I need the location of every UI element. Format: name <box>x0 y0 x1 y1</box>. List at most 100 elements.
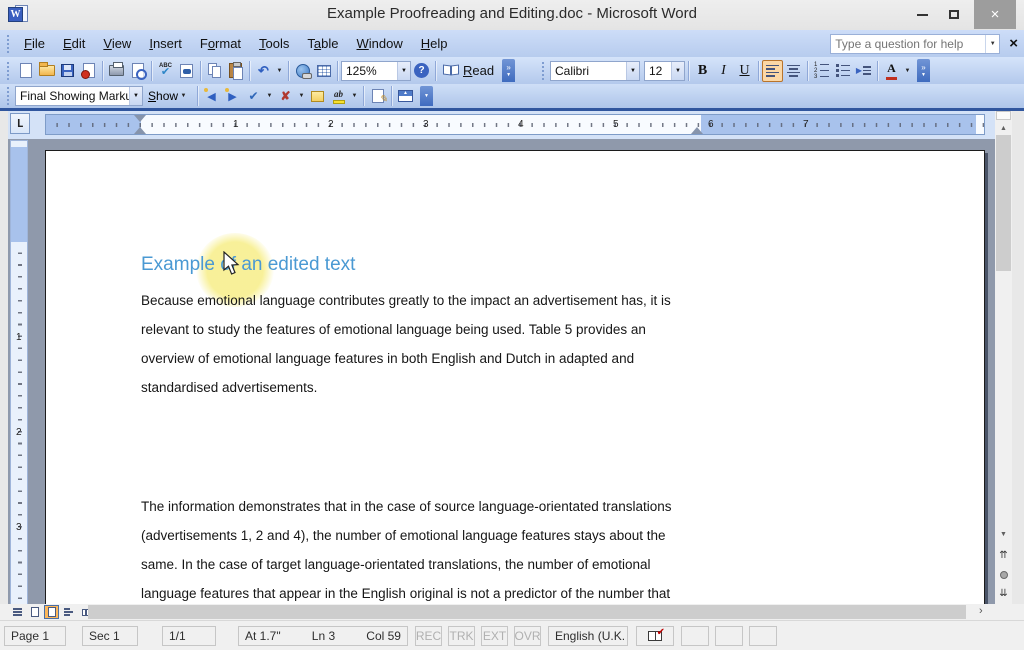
vertical-ruler[interactable]: 123 <box>10 140 28 604</box>
copy-icon[interactable] <box>204 60 225 82</box>
bold-icon[interactable]: B <box>692 60 713 82</box>
increase-indent-icon[interactable]: ▶ <box>853 60 874 82</box>
menu-table[interactable]: Table <box>298 33 347 54</box>
title-bar[interactable]: W Example Proofreading and Editing.doc -… <box>0 0 1024 30</box>
reject-change-icon[interactable]: ✘ <box>275 85 296 107</box>
status-spellcheck[interactable] <box>636 626 674 646</box>
menu-tools[interactable]: Tools <box>250 33 298 54</box>
previous-change-icon[interactable]: ◀ <box>201 85 222 107</box>
previous-page-icon[interactable]: ⇈ <box>995 547 1012 564</box>
split-handle[interactable] <box>996 111 1011 120</box>
show-menu-button[interactable]: Show ▼ <box>143 85 194 107</box>
vertical-scrollbar[interactable]: ▲ ▼ ⇈ ⇊ <box>995 111 1012 604</box>
normal-view-icon[interactable] <box>10 605 25 619</box>
font-name-combobox[interactable]: Calibri ▼ <box>550 61 640 81</box>
paste-icon[interactable] <box>225 60 246 82</box>
maximize-button[interactable] <box>938 0 970 29</box>
print-layout-view-icon[interactable] <box>44 605 59 619</box>
outline-view-icon[interactable] <box>61 605 76 619</box>
underline-icon[interactable]: U <box>734 60 755 82</box>
menu-window[interactable]: Window <box>348 33 412 54</box>
help-icon[interactable]: ? <box>411 60 432 82</box>
insert-table-icon[interactable] <box>313 60 334 82</box>
research-icon[interactable] <box>176 60 197 82</box>
ruler-number: 6 <box>708 119 714 130</box>
document-heading: Example of an edited text <box>141 254 355 276</box>
help-search-input[interactable] <box>831 37 985 51</box>
hanging-indent-marker[interactable] <box>134 127 146 134</box>
align-left-icon[interactable] <box>762 60 783 82</box>
window-left-border <box>0 111 8 620</box>
accept-change-dropdown-icon[interactable]: ▼ <box>264 93 275 99</box>
status-rec[interactable]: REC <box>415 626 442 646</box>
print-preview-icon[interactable] <box>127 60 148 82</box>
new-document-icon[interactable] <box>15 60 36 82</box>
toolbar-grip[interactable] <box>6 87 11 105</box>
minimize-button[interactable] <box>906 0 938 29</box>
save-icon[interactable] <box>57 60 78 82</box>
zoom-combobox[interactable]: 125% ▼ <box>341 61 411 81</box>
mouse-pointer-icon <box>222 251 241 282</box>
reviewing-pane-icon[interactable] <box>395 85 416 107</box>
print-icon[interactable] <box>106 60 127 82</box>
ruler-row: L 1234567 <box>8 111 995 139</box>
menu-format[interactable]: Format <box>191 33 250 54</box>
permission-icon[interactable] <box>78 60 99 82</box>
display-for-review-combobox[interactable]: Final Showing Markup ▼ <box>15 86 143 106</box>
numbering-icon[interactable]: 123 <box>811 60 832 82</box>
track-changes-icon[interactable] <box>367 85 388 107</box>
web-layout-view-icon[interactable] <box>27 605 42 619</box>
next-page-icon[interactable]: ⇊ <box>995 585 1012 602</box>
right-indent-marker[interactable] <box>691 127 703 134</box>
bullets-icon[interactable] <box>832 60 853 82</box>
toolbar-grip[interactable] <box>6 35 11 53</box>
toolbar-grip[interactable] <box>6 62 11 80</box>
insert-comment-icon[interactable] <box>307 85 328 107</box>
undo-icon[interactable]: ↶ <box>253 60 274 82</box>
select-browse-object-icon[interactable] <box>995 566 1012 583</box>
highlight-icon[interactable]: ab <box>328 85 349 107</box>
status-empty-3 <box>749 626 777 646</box>
help-search-box[interactable]: ▼ <box>830 34 1000 54</box>
hyperlink-icon[interactable] <box>292 60 313 82</box>
open-icon[interactable] <box>36 60 57 82</box>
scroll-up-icon[interactable]: ▲ <box>995 120 1012 136</box>
spelling-icon[interactable]: ABC✔ <box>155 60 176 82</box>
toolbar-grip[interactable] <box>541 62 546 80</box>
chevron-down-icon[interactable]: ▼ <box>985 35 999 53</box>
accept-change-icon[interactable]: ✔ <box>243 85 264 107</box>
first-line-indent-marker[interactable] <box>134 115 146 122</box>
document-page[interactable]: Example of an edited text Because emotio… <box>45 150 985 604</box>
status-trk[interactable]: TRK <box>448 626 475 646</box>
reject-change-dropdown-icon[interactable]: ▼ <box>296 93 307 99</box>
align-center-icon[interactable] <box>783 60 804 82</box>
horizontal-ruler[interactable]: 1234567 <box>45 114 985 135</box>
menu-edit[interactable]: Edit <box>54 33 94 54</box>
horizontal-scroll-track[interactable] <box>88 605 976 619</box>
read-button[interactable]: Read <box>439 60 498 82</box>
menu-view[interactable]: View <box>94 33 140 54</box>
status-language[interactable]: English (U.K. <box>548 626 628 646</box>
next-change-icon[interactable]: ▶ <box>222 85 243 107</box>
font-color-icon[interactable]: A <box>881 60 902 82</box>
undo-dropdown-icon[interactable]: ▼ <box>274 68 285 74</box>
status-ovr[interactable]: OVR <box>514 626 541 646</box>
toolbar-options-icon[interactable]: »▼ <box>917 59 930 82</box>
scroll-down-icon[interactable]: ▼ <box>995 526 1012 542</box>
close-document-icon[interactable]: × <box>1009 35 1018 52</box>
menu-file[interactable]: File <box>15 33 54 54</box>
toolbar-options-icon[interactable]: ▼ <box>420 86 433 106</box>
tab-selector[interactable]: L <box>10 113 30 134</box>
vertical-scroll-thumb[interactable] <box>996 135 1011 271</box>
font-color-dropdown-icon[interactable]: ▼ <box>902 68 913 74</box>
toolbar-options-icon[interactable]: »▼ <box>502 59 515 82</box>
status-ext[interactable]: EXT <box>481 626 508 646</box>
horizontal-scroll-thumb[interactable] <box>88 605 966 619</box>
italic-icon[interactable]: I <box>713 60 734 82</box>
menu-insert[interactable]: Insert <box>140 33 191 54</box>
scroll-right-icon[interactable]: › <box>979 605 983 617</box>
menu-help[interactable]: Help <box>412 33 457 54</box>
font-size-combobox[interactable]: 12 ▼ <box>644 61 685 81</box>
close-button[interactable]: × <box>974 0 1016 29</box>
highlight-dropdown-icon[interactable]: ▼ <box>349 93 360 99</box>
